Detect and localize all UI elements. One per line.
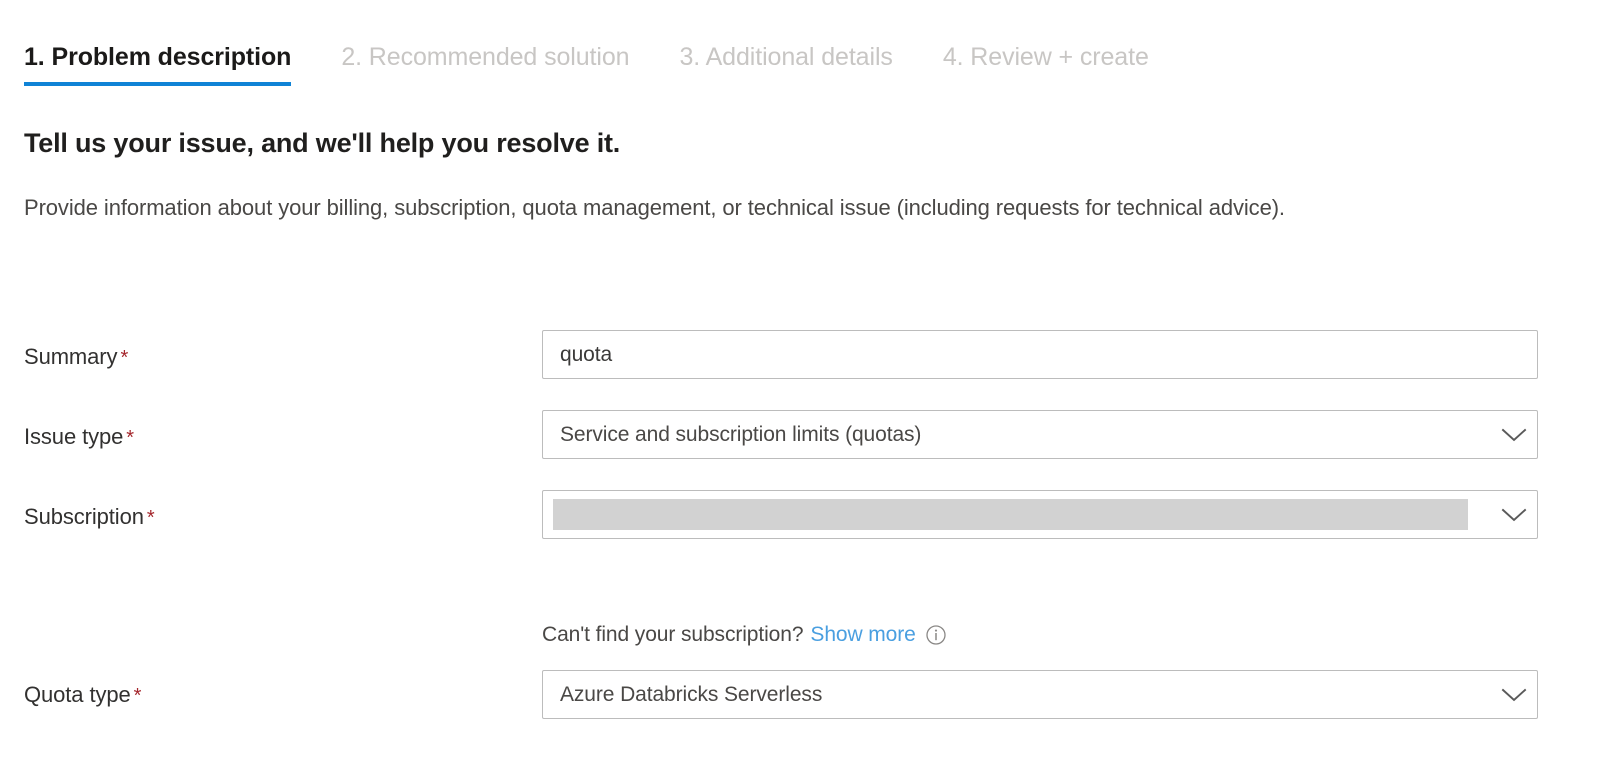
chevron-down-icon[interactable] — [1491, 491, 1537, 538]
tab-problem-description-label: 1. Problem description — [24, 43, 291, 71]
subscription-required-marker: * — [147, 507, 155, 529]
quota-type-label: Quota type* — [24, 680, 141, 711]
subscription-redaction-overlay — [553, 499, 1468, 530]
tab-problem-description[interactable]: 1. Problem description — [24, 40, 291, 86]
summary-required-marker: * — [120, 347, 128, 369]
quota-type-selected-value: Azure Databricks Serverless — [543, 683, 1491, 707]
subscription-label-text: Subscription — [24, 504, 144, 529]
page-description: Provide information about your billing, … — [24, 190, 1504, 226]
tab-recommended-solution-label: 2. Recommended solution — [341, 43, 629, 71]
form-row-subscription-helper: Can't find your subscription? Show more — [0, 570, 1620, 648]
wizard-tabstrip: 1. Problem description 2. Recommended so… — [0, 40, 1620, 94]
quota-type-label-text: Quota type — [24, 682, 131, 707]
subscription-helper: Can't find your subscription? Show more — [542, 620, 947, 650]
tab-review-create[interactable]: 4. Review + create — [943, 40, 1149, 86]
issue-type-required-marker: * — [126, 427, 134, 449]
problem-description-form: Summary* quota Issue type* Service and s… — [0, 330, 1620, 728]
tab-additional-details-label: 3. Additional details — [679, 43, 892, 71]
form-row-subscription: Subscription* — [0, 490, 1620, 570]
page-title: Tell us your issue, and we'll help you r… — [24, 128, 620, 159]
chevron-down-icon[interactable] — [1491, 671, 1537, 718]
form-row-summary: Summary* quota — [0, 330, 1620, 410]
issue-type-selected-value: Service and subscription limits (quotas) — [543, 423, 1491, 447]
form-row-quota-type: Quota type* Azure Databricks Serverless — [0, 648, 1620, 728]
issue-type-dropdown[interactable]: Service and subscription limits (quotas) — [542, 410, 1538, 459]
summary-label-text: Summary — [24, 344, 117, 369]
summary-label: Summary* — [24, 342, 128, 373]
chevron-down-icon[interactable] — [1491, 411, 1537, 458]
quota-type-required-marker: * — [134, 685, 142, 707]
subscription-dropdown[interactable] — [542, 490, 1538, 539]
issue-type-label: Issue type* — [24, 422, 134, 453]
show-more-link[interactable]: Show more — [810, 620, 915, 650]
info-circle-icon[interactable] — [925, 624, 947, 646]
tab-review-create-label: 4. Review + create — [943, 43, 1149, 71]
quota-type-dropdown[interactable]: Azure Databricks Serverless — [542, 670, 1538, 719]
form-row-issue-type: Issue type* Service and subscription lim… — [0, 410, 1620, 490]
tab-active-underline — [24, 82, 291, 86]
subscription-helper-text: Can't find your subscription? — [542, 620, 803, 650]
tab-additional-details[interactable]: 3. Additional details — [679, 40, 892, 86]
summary-input-value: quota — [543, 343, 1537, 367]
issue-type-label-text: Issue type — [24, 424, 123, 449]
subscription-label: Subscription* — [24, 502, 155, 533]
summary-input[interactable]: quota — [542, 330, 1538, 379]
tab-recommended-solution[interactable]: 2. Recommended solution — [341, 40, 629, 86]
